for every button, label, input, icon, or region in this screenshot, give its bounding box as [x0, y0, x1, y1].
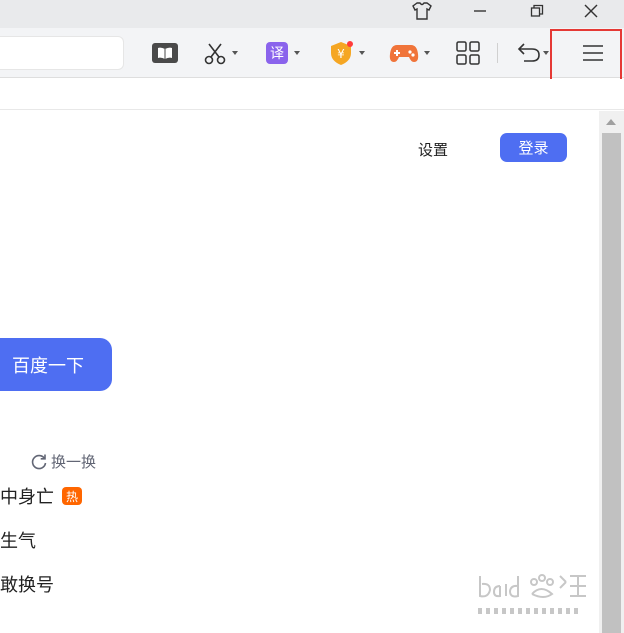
- settings-link[interactable]: 设置: [418, 139, 448, 160]
- hot-search-item[interactable]: 生气: [0, 527, 36, 553]
- undo-icon: [517, 43, 540, 62]
- translate-tool[interactable]: 译: [265, 40, 300, 66]
- reader-icon[interactable]: [151, 40, 179, 66]
- hot-search-item[interactable]: 中身亡 热: [0, 483, 82, 509]
- search-button[interactable]: 百度一下: [0, 338, 112, 391]
- chevron-down-icon: [232, 51, 238, 55]
- shield-coin-tool[interactable]: ¥: [328, 40, 365, 66]
- hot-search-item[interactable]: 敢换号: [0, 571, 54, 597]
- hot-search-text: 中身亡: [0, 487, 54, 508]
- restore-icon[interactable]: [517, 0, 557, 22]
- refresh-label: 换一换: [51, 453, 97, 471]
- translate-icon: 译: [266, 42, 288, 64]
- title-bar: [0, 0, 624, 28]
- bookmark-bar: [0, 79, 624, 110]
- address-bar[interactable]: [0, 36, 124, 70]
- scissors-icon: [204, 43, 226, 65]
- apps-grid-icon[interactable]: [455, 40, 481, 66]
- game-tool[interactable]: [389, 40, 430, 66]
- chevron-down-icon: [359, 51, 365, 55]
- minimize-icon[interactable]: [460, 0, 500, 22]
- gamepad-icon: [389, 45, 419, 62]
- chevron-down-icon: [294, 51, 300, 55]
- vertical-scrollbar[interactable]: [599, 111, 624, 633]
- chevron-down-icon: [543, 51, 549, 55]
- scissors-tool[interactable]: [203, 40, 238, 66]
- chevron-down-icon: [424, 51, 430, 55]
- scroll-up-arrow-icon[interactable]: [606, 119, 616, 125]
- toolbar-divider: [497, 43, 498, 63]
- toolbar: 译 ¥: [0, 28, 624, 78]
- login-button[interactable]: 登录: [500, 133, 567, 162]
- undo-tool[interactable]: [516, 40, 549, 66]
- close-icon[interactable]: [571, 0, 611, 22]
- baidu-jingyan-watermark: [478, 574, 586, 614]
- svg-text:¥: ¥: [337, 47, 345, 61]
- shirt-icon[interactable]: [402, 0, 442, 22]
- shield-coin-icon: ¥: [331, 41, 353, 65]
- scroll-thumb[interactable]: [602, 133, 621, 633]
- refresh-icon: [31, 454, 47, 469]
- refresh-button[interactable]: 换一换: [30, 451, 96, 472]
- hot-badge: 热: [62, 487, 82, 505]
- hot-search-text: 敢换号: [0, 575, 54, 596]
- svg-text:译: 译: [270, 46, 284, 62]
- hot-search-text: 生气: [0, 531, 36, 552]
